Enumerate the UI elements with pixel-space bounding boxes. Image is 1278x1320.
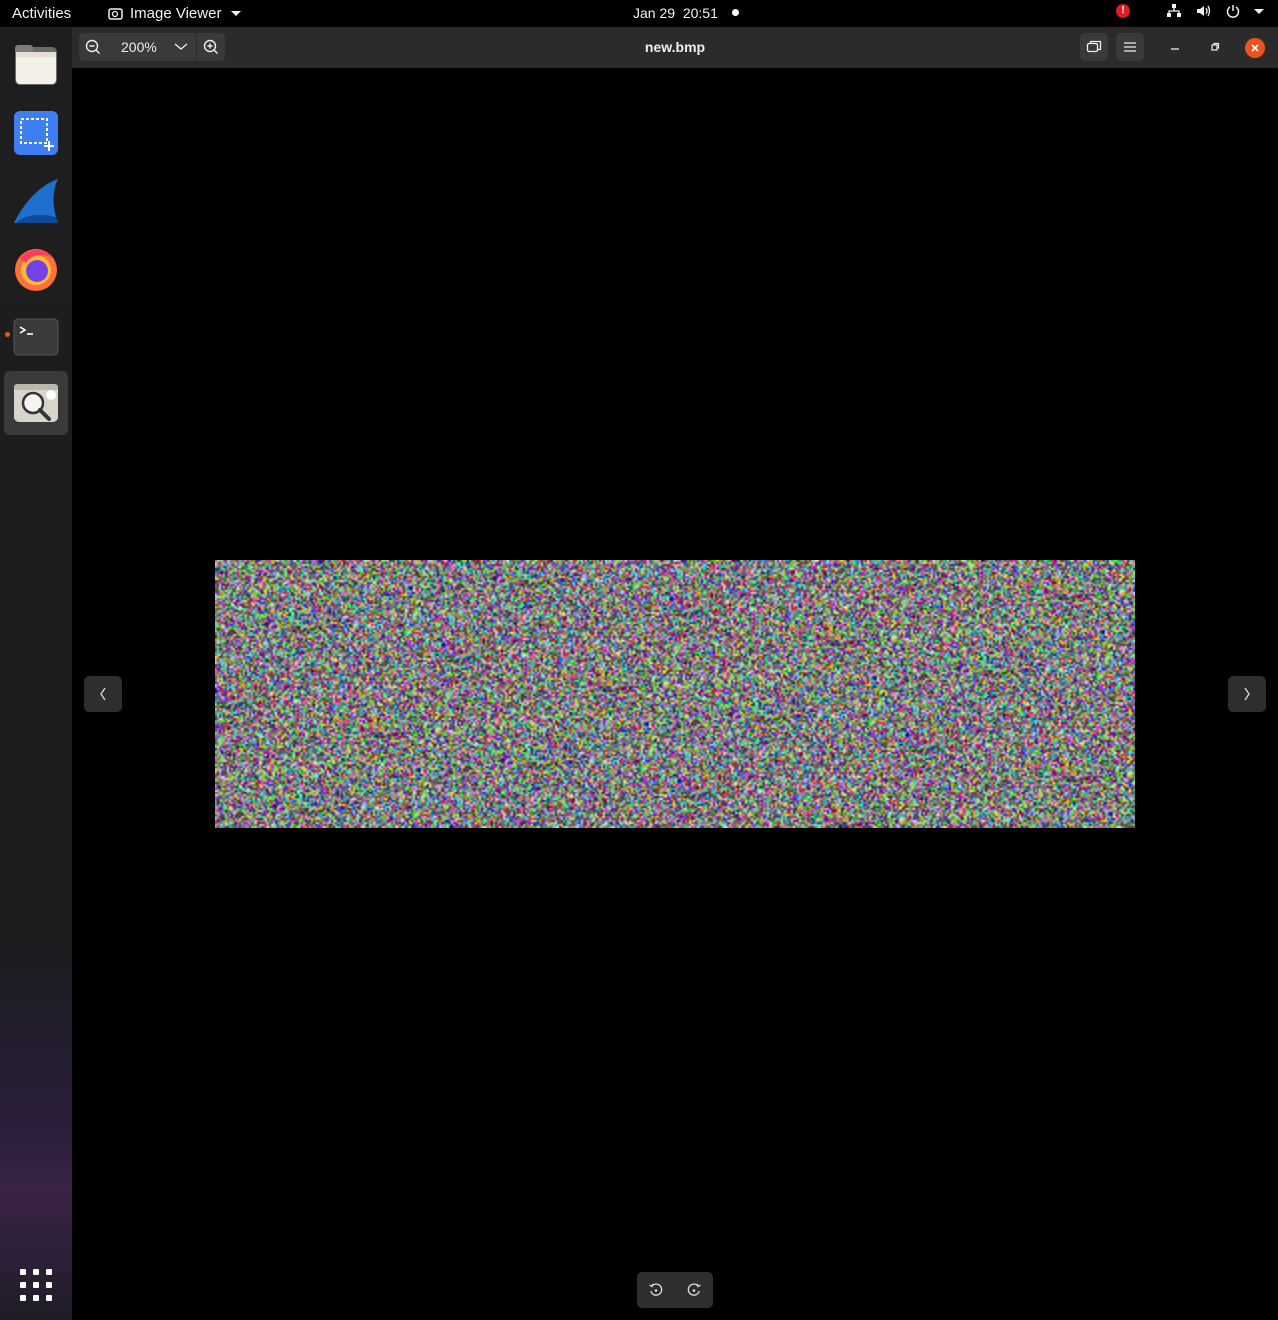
dock-item-wireshark[interactable] xyxy=(4,169,68,233)
power-icon[interactable] xyxy=(1226,4,1240,18)
displayed-image xyxy=(215,560,1135,828)
image-viewer-icon xyxy=(14,384,58,422)
alert-icon[interactable]: ! xyxy=(1116,4,1130,18)
rotate-right-button[interactable] xyxy=(675,1272,713,1308)
dock-item-screenshot[interactable] xyxy=(4,101,68,165)
chevron-down-icon xyxy=(231,11,242,16)
app-menu[interactable]: Image Viewer xyxy=(108,5,242,22)
volume-icon[interactable] xyxy=(1196,4,1212,18)
firefox-icon xyxy=(15,249,57,291)
chevron-left-icon xyxy=(100,687,106,701)
system-menu-chevron-icon[interactable] xyxy=(1254,8,1264,14)
network-icon[interactable] xyxy=(1166,4,1182,18)
dock xyxy=(0,27,72,1320)
clock[interactable]: Jan 29 20:51 xyxy=(633,5,739,21)
dock-item-image-viewer[interactable] xyxy=(4,371,68,435)
image-viewer-small-icon xyxy=(108,7,123,20)
dock-item-firefox[interactable] xyxy=(4,237,68,301)
image-canvas[interactable] xyxy=(72,68,1278,1320)
system-tray[interactable]: ! xyxy=(1116,4,1264,18)
notification-dot-icon xyxy=(731,9,739,16)
minimize-button[interactable] xyxy=(1162,33,1188,61)
dock-item-files[interactable] xyxy=(4,33,68,97)
terminal-icon xyxy=(13,318,59,356)
rotate-right-icon xyxy=(687,1283,701,1296)
clock-date: Jan 29 xyxy=(633,5,676,21)
gallery-icon xyxy=(1086,40,1102,53)
app-menu-label: Image Viewer xyxy=(130,5,222,22)
rotate-toolbar xyxy=(637,1272,713,1308)
clock-time: 20:51 xyxy=(682,5,718,21)
gallery-button[interactable] xyxy=(1080,33,1108,61)
rotate-left-icon xyxy=(649,1283,663,1296)
main-menu-button[interactable] xyxy=(1116,33,1144,61)
hamburger-menu-icon xyxy=(1124,42,1136,52)
close-button[interactable] xyxy=(1245,38,1265,58)
activities-button[interactable]: Activities xyxy=(12,5,71,22)
minimize-icon xyxy=(1171,48,1179,50)
maximize-button[interactable] xyxy=(1202,33,1228,61)
previous-image-button[interactable] xyxy=(84,676,122,712)
chevron-right-icon xyxy=(1244,687,1250,701)
screenshot-icon xyxy=(14,111,58,155)
wireshark-icon xyxy=(14,179,58,223)
close-icon xyxy=(1251,44,1259,52)
dock-item-terminal[interactable] xyxy=(4,305,68,369)
restore-icon xyxy=(1211,42,1220,51)
top-bar: Activities Image Viewer Jan 29 20:51 ! xyxy=(0,0,1278,27)
next-image-button[interactable] xyxy=(1228,676,1266,712)
files-icon xyxy=(15,45,57,85)
window-headerbar: 200% new.bmp xyxy=(72,27,1278,69)
rotate-left-button[interactable] xyxy=(637,1272,675,1308)
show-apps-grid-icon[interactable] xyxy=(20,1269,52,1301)
